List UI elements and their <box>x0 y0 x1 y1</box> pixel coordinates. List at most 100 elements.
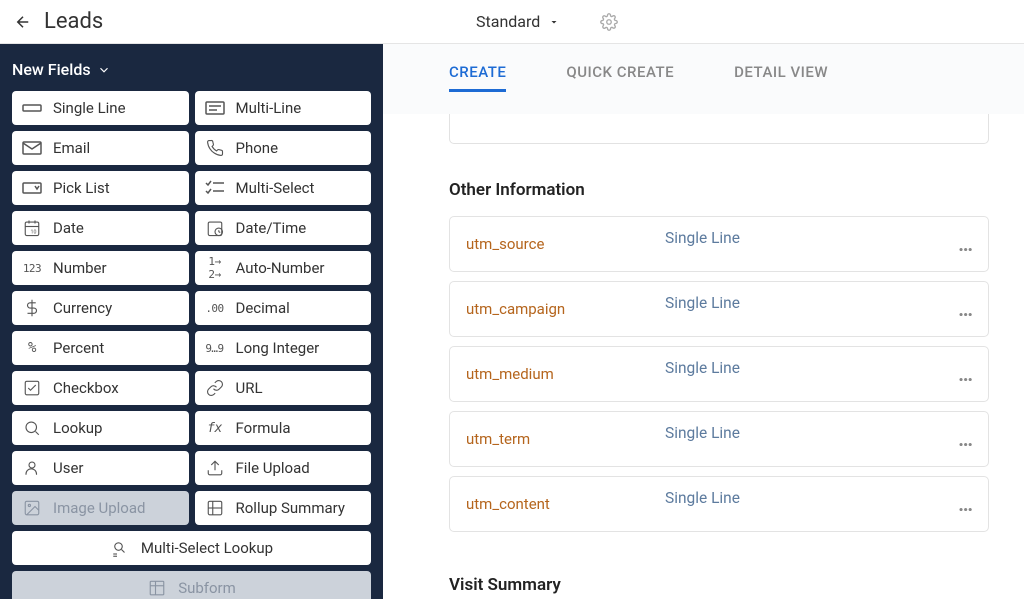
gear-icon[interactable] <box>600 13 618 31</box>
field-type-mslookup[interactable]: Multi-Select Lookup <box>12 531 371 565</box>
field-type-autonumber[interactable]: 1→2→ Auto-Number <box>195 251 372 285</box>
longint-icon: 9…9 <box>205 340 225 356</box>
field-type-label: Auto-Number <box>236 259 325 277</box>
number-icon: 123 <box>22 260 42 276</box>
date-icon: 10 <box>22 220 42 236</box>
field-type-decimal[interactable]: .00Decimal <box>195 291 372 325</box>
currency-icon <box>22 300 42 316</box>
multi-line-icon <box>205 100 225 116</box>
tab-detail-view[interactable]: DETAIL VIEW <box>734 55 828 92</box>
email-icon <box>22 140 42 156</box>
new-fields-label: New Fields <box>12 60 91 79</box>
mslookup-icon <box>110 540 130 556</box>
header-center: Standard <box>476 12 618 31</box>
field-type-label: Currency <box>53 299 112 317</box>
tab-quick-create[interactable]: QUICK CREATE <box>566 55 674 92</box>
field-type-label: Number <box>53 259 107 277</box>
field-type-label: Formula <box>236 419 291 437</box>
field-type-label: Phone <box>236 139 279 157</box>
svg-text:10: 10 <box>31 229 37 235</box>
layout-label: Standard <box>476 12 540 31</box>
field-type-label: User <box>53 459 84 477</box>
content-area: CREATE QUICK CREATE DETAIL VIEW Other Info… <box>383 44 1024 599</box>
layout-dropdown[interactable]: Standard <box>476 12 560 31</box>
field-type-label: Subform <box>178 579 236 597</box>
field-type-label: Multi-Select Lookup <box>141 539 273 557</box>
rollup-icon <box>205 500 225 516</box>
field-type-label: Date <box>53 219 84 237</box>
tab-create[interactable]: CREATE <box>449 55 506 92</box>
field-type-lookup[interactable]: Lookup <box>12 411 189 445</box>
field-type-label: Multi-Line <box>236 99 302 117</box>
field-menu-icon[interactable]: … <box>958 232 974 256</box>
field-type-label: Date/Time <box>236 219 307 237</box>
field-row[interactable]: utm_medium Single Line … <box>449 346 989 402</box>
field-type-datetime[interactable]: Date/Time <box>195 211 372 245</box>
field-menu-icon[interactable]: … <box>958 492 974 516</box>
field-type-phone[interactable]: Phone <box>195 131 372 165</box>
field-type-imageupload: Image Upload <box>12 491 189 525</box>
field-menu-icon[interactable]: … <box>958 297 974 321</box>
field-type-url[interactable]: URL <box>195 371 372 405</box>
field-type-date[interactable]: 10 Date <box>12 211 189 245</box>
field-type-label: Image Upload <box>53 499 145 517</box>
chevron-down-icon <box>97 63 111 77</box>
field-row[interactable]: utm_termSingle Line… <box>449 411 989 467</box>
field-type-label: Rollup Summary <box>236 499 345 517</box>
field-type-user[interactable]: User <box>12 451 189 485</box>
checkbox-icon <box>22 380 42 396</box>
field-type: Single Line <box>665 359 740 377</box>
field-type-multiselect[interactable]: Multi-Select <box>195 171 372 205</box>
single-line-icon <box>22 100 42 116</box>
field-type: Single Line <box>665 424 740 442</box>
formula-icon: fx <box>205 420 225 436</box>
field-type-label: Long Integer <box>236 339 320 357</box>
field-type-single-line[interactable]: Single Line <box>12 91 189 125</box>
field-type-label: Single Line <box>53 99 126 117</box>
field-type-label: Lookup <box>53 419 102 437</box>
imageupload-icon <box>22 500 42 516</box>
field-type-number[interactable]: 123 Number <box>12 251 189 285</box>
field-type-multi-line[interactable]: Multi-Line <box>195 91 372 125</box>
field-name: utm_content <box>466 495 646 513</box>
field-row[interactable]: utm_sourceSingle Line… <box>449 216 989 272</box>
field-type-label: Pick List <box>53 179 110 197</box>
field-type-currency[interactable]: Currency <box>12 291 189 325</box>
field-row[interactable]: utm_content Single Line … <box>449 476 989 532</box>
new-fields-header[interactable]: New Fields <box>12 60 371 79</box>
back-arrow-icon[interactable] <box>14 13 32 31</box>
field-type-longint[interactable]: 9…9 Long Integer <box>195 331 372 365</box>
header-bar: Leads Standard <box>0 0 1024 44</box>
multiselect-icon <box>205 180 225 196</box>
subform-icon <box>147 580 167 596</box>
section-title: Other Information <box>449 180 1024 200</box>
datetime-icon <box>205 220 225 236</box>
field-type-label: URL <box>236 379 263 397</box>
field-type-picklist[interactable]: Pick List <box>12 171 189 205</box>
field-type-checkbox[interactable]: Checkbox <box>12 371 189 405</box>
user-icon <box>22 460 42 476</box>
field-menu-icon[interactable]: … <box>958 427 974 451</box>
url-icon <box>205 380 225 396</box>
sidebar: New Fields Single Line Multi-Line Email Pho… <box>0 44 383 599</box>
autonumber-icon: 1→2→ <box>205 260 225 276</box>
page-title: Leads <box>44 9 103 34</box>
field-name: utm_source <box>466 235 646 253</box>
field-type-rollup[interactable]: Rollup Summary <box>195 491 372 525</box>
field-type-subform: Subform <box>12 571 371 599</box>
lookup-icon <box>22 420 42 436</box>
field-type-percent[interactable]: %Percent <box>12 331 189 365</box>
field-type: Single Line <box>665 294 740 312</box>
placeholder-box <box>449 114 989 144</box>
field-type-fileupload[interactable]: File Upload <box>195 451 372 485</box>
field-menu-icon[interactable]: … <box>958 362 974 386</box>
field-type-email[interactable]: Email <box>12 131 189 165</box>
field-name: utm_medium <box>466 365 646 383</box>
field-type-formula[interactable]: fx Formula <box>195 411 372 445</box>
tabs-row: CREATE QUICK CREATE DETAIL VIEW <box>383 44 1024 114</box>
field-type-label: Checkbox <box>53 379 119 397</box>
field-name: utm_campaign <box>466 300 646 318</box>
field-row[interactable]: utm_campaign Single Line … <box>449 281 989 337</box>
field-type: Single Line <box>665 489 740 507</box>
section-title: Visit Summary <box>449 575 1024 595</box>
